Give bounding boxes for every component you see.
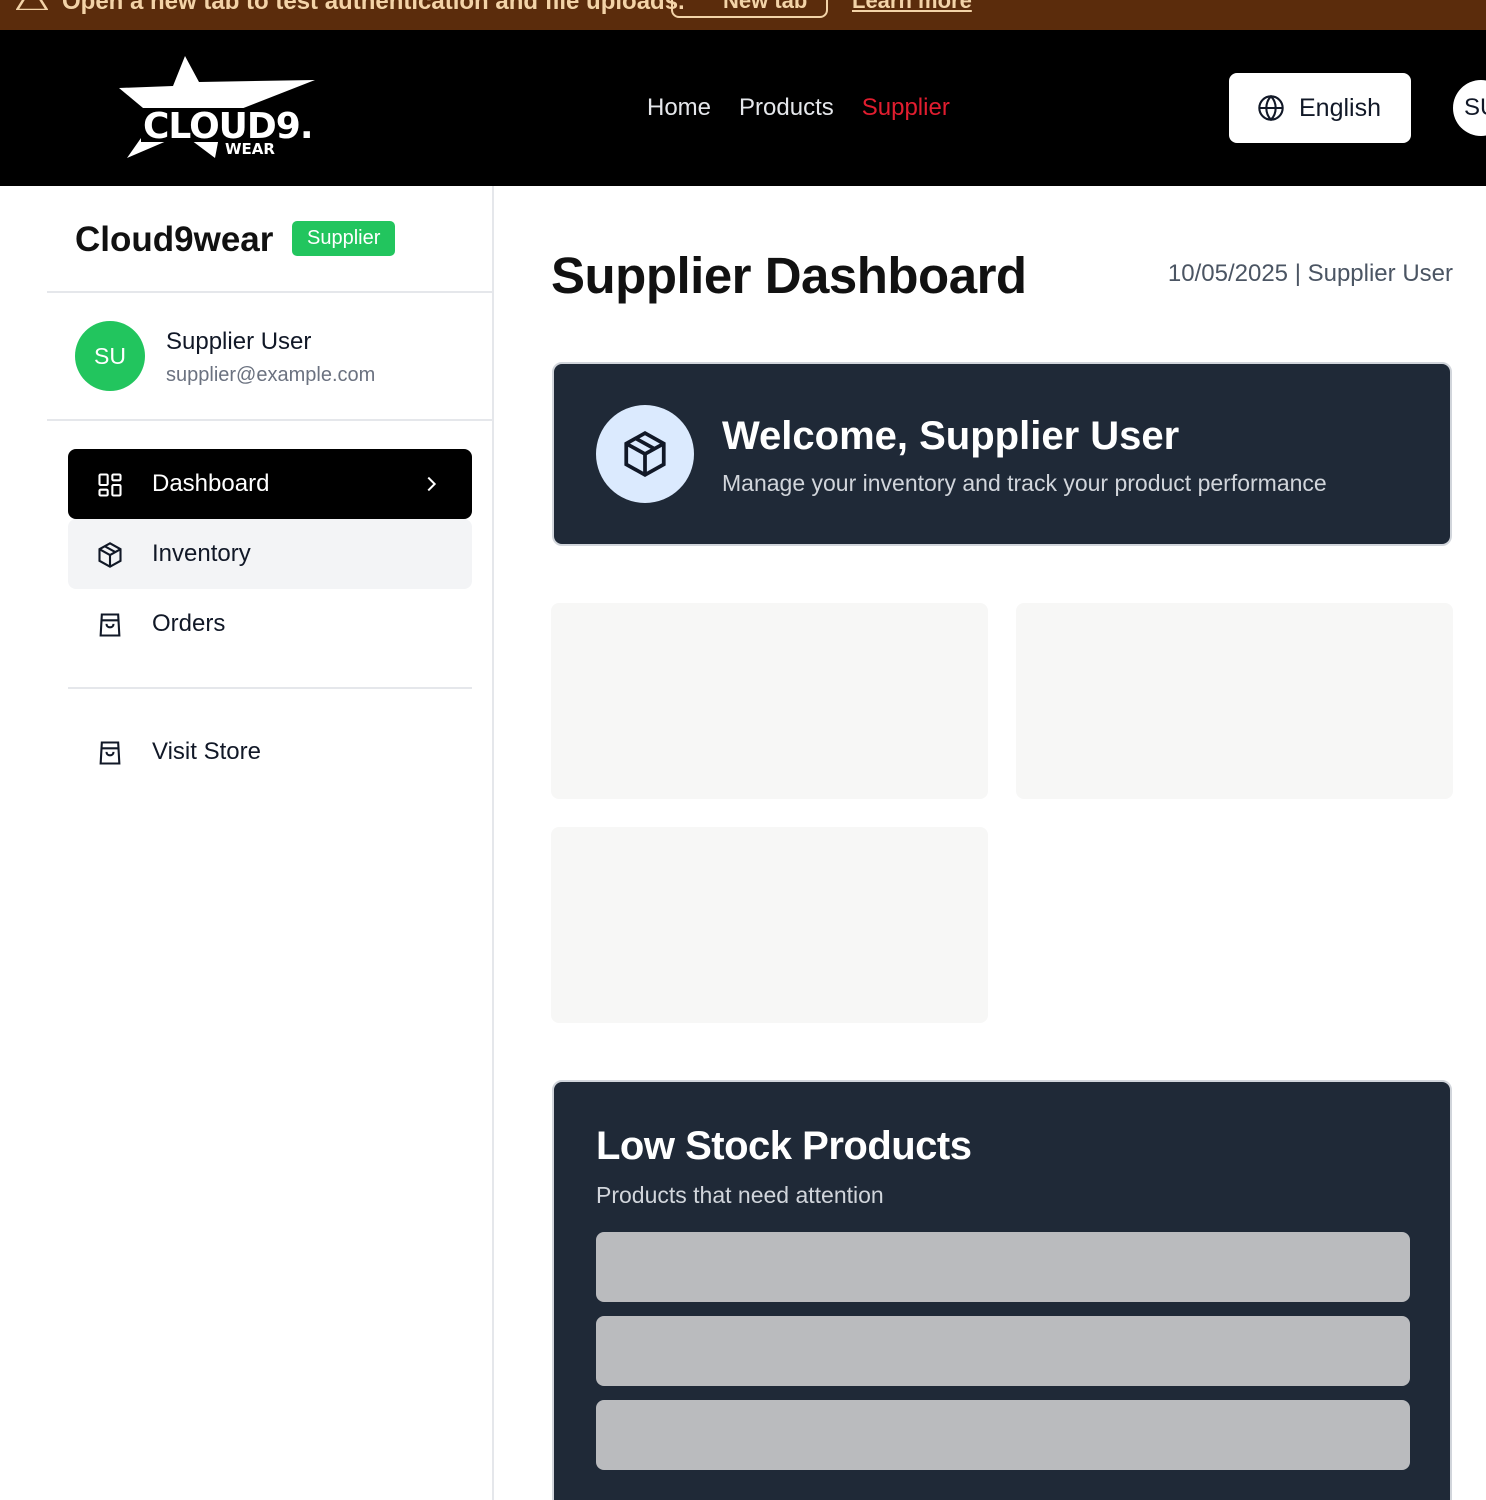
page-meta: 10/05/2025 | Supplier User — [1167, 260, 1453, 287]
role-badge: Supplier — [292, 221, 396, 256]
new-tab-label: New tab — [723, 0, 808, 13]
welcome-card: Welcome, Supplier User Manage your inven… — [552, 362, 1452, 546]
stat-card-skeleton — [551, 827, 988, 1023]
stat-card-skeleton — [551, 603, 988, 799]
user-avatar-button[interactable]: SU — [1453, 80, 1486, 136]
shopping-bag-icon — [99, 741, 121, 765]
low-stock-row-skeleton — [596, 1316, 1410, 1386]
sidebar: Cloud9wear Supplier SU Supplier User sup… — [0, 186, 494, 1500]
warning-icon — [16, 0, 48, 10]
sidebar-item-label: Dashboard — [152, 470, 270, 497]
low-stock-row-skeleton — [596, 1232, 1410, 1302]
nav-supplier[interactable]: Supplier — [862, 94, 950, 122]
sidebar-brand: Cloud9wear — [75, 220, 274, 259]
chevron-right-icon — [427, 476, 437, 492]
avatar: SU — [75, 321, 145, 391]
package-icon — [624, 431, 666, 477]
shopping-bag-icon — [99, 613, 121, 637]
welcome-subtitle: Manage your inventory and track your pro… — [722, 470, 1327, 496]
low-stock-title: Low Stock Products — [596, 1124, 972, 1168]
welcome-title: Welcome, Supplier User — [722, 414, 1180, 458]
sidebar-item-inventory[interactable]: Inventory — [68, 519, 472, 589]
banner-message: Open a new tab to test authentication an… — [62, 0, 685, 15]
main-nav: Home Products Supplier — [647, 94, 950, 122]
learn-more-link[interactable]: Learn more — [852, 0, 972, 14]
package-icon — [98, 542, 122, 568]
sidebar-item-label: Orders — [152, 610, 226, 637]
low-stock-subtitle: Products that need attention — [596, 1182, 884, 1208]
user-name: Supplier User — [166, 328, 312, 355]
nav-products[interactable]: Products — [739, 94, 834, 122]
divider — [47, 291, 494, 293]
user-email: supplier@example.com — [166, 364, 376, 386]
globe-icon — [1258, 94, 1284, 122]
page-title: Supplier Dashboard — [551, 247, 1027, 304]
site-header: CLOUD9. WEAR Home Products Supplier Engl… — [0, 30, 1486, 186]
dashboard-icon — [98, 473, 122, 497]
low-stock-row-skeleton — [596, 1400, 1410, 1470]
low-stock-card: Low Stock Products Products that need at… — [552, 1080, 1452, 1500]
cloud9-wear-logo[interactable]: CLOUD9. WEAR — [115, 56, 320, 162]
divider — [68, 687, 472, 689]
visit-store-link[interactable]: Visit Store — [68, 717, 472, 787]
stat-card-skeleton — [1016, 603, 1453, 799]
language-label: English — [1299, 93, 1381, 122]
nav-home[interactable]: Home — [647, 94, 711, 122]
visit-store-label: Visit Store — [152, 738, 261, 765]
announcement-banner: Open a new tab to test authentication an… — [0, 0, 1486, 30]
new-tab-button[interactable]: New tab — [671, 0, 828, 18]
svg-text:WEAR: WEAR — [225, 140, 275, 158]
sidebar-item-orders[interactable]: Orders — [68, 589, 472, 659]
sidebar-item-label: Inventory — [152, 540, 251, 567]
sidebar-item-dashboard[interactable]: Dashboard — [68, 449, 472, 519]
divider — [47, 419, 494, 421]
welcome-icon-circle — [596, 405, 694, 503]
language-button[interactable]: English — [1229, 73, 1411, 143]
